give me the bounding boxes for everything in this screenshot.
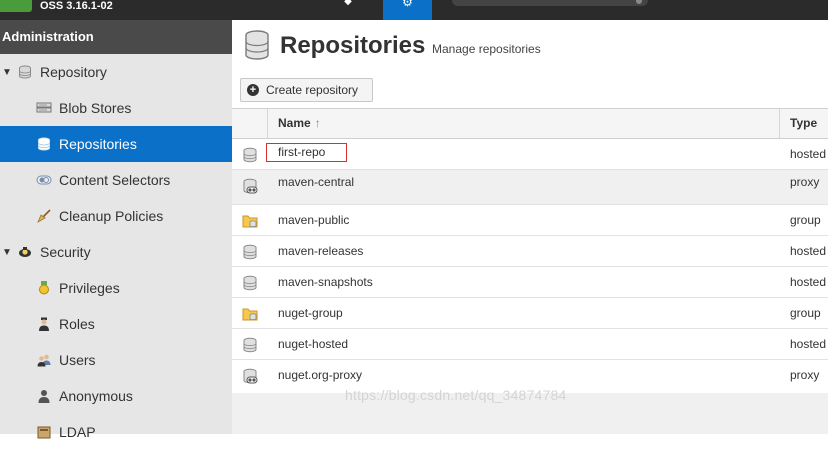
nexus-logo[interactable] xyxy=(0,0,32,12)
group-folder-icon xyxy=(242,215,258,228)
sidebar-item-label: Privileges xyxy=(59,280,120,296)
plus-circle-icon: + xyxy=(247,84,259,96)
repo-name[interactable]: maven-central xyxy=(278,170,354,195)
sidebar-item-label: Anonymous xyxy=(59,388,133,404)
repo-type: group xyxy=(790,306,821,320)
group-folder-icon xyxy=(242,308,258,321)
expand-arrow-icon[interactable]: ▼ xyxy=(2,247,12,258)
sidebar-header: Administration xyxy=(0,20,232,54)
sidebar-group-label: Repository xyxy=(40,64,107,80)
repo-type: proxy xyxy=(790,175,820,189)
repo-name[interactable]: nuget.org-proxy xyxy=(278,360,362,390)
column-header-type[interactable]: Type xyxy=(790,109,817,138)
content-selector-icon xyxy=(36,175,52,185)
column-header-name-label: Name xyxy=(278,116,311,130)
page-title: Repositories xyxy=(280,32,426,59)
sidebar-item-content-selectors[interactable]: Content Selectors xyxy=(0,162,232,198)
table-row[interactable]: maven-public group xyxy=(232,205,828,236)
sidebar-group-repository[interactable]: ▼ Repository xyxy=(0,54,232,90)
repo-type: group xyxy=(790,213,821,227)
role-user-icon xyxy=(39,317,49,331)
repo-name[interactable]: nuget-group xyxy=(278,298,343,328)
sidebar-item-roles[interactable]: Roles xyxy=(0,306,232,342)
sidebar-item-label: Blob Stores xyxy=(59,100,132,116)
hosted-db-icon xyxy=(243,147,257,163)
repo-name[interactable]: maven-snapshots xyxy=(278,267,373,297)
repo-type: hosted xyxy=(790,275,827,289)
page-subtitle: Manage repositories xyxy=(432,42,541,56)
search-input[interactable] xyxy=(452,0,648,6)
ldap-book-icon xyxy=(37,426,51,439)
sidebar-item-users[interactable]: Users xyxy=(0,342,232,378)
repo-name[interactable]: first-repo xyxy=(266,143,347,162)
sidebar-item-cleanup-policies[interactable]: Cleanup Policies xyxy=(0,198,232,234)
browse-cube-icon[interactable]: ◆ xyxy=(340,0,356,6)
repo-name[interactable]: nuget-hosted xyxy=(278,329,348,359)
app-version: OSS 3.16.1-02 xyxy=(40,0,113,12)
top-bar: OSS 3.16.1-02 ◆ ⚙ xyxy=(0,0,828,20)
database-icon xyxy=(245,30,269,60)
repo-type: hosted xyxy=(790,337,827,351)
proxy-db-icon xyxy=(243,368,258,384)
sidebar-item-blob-stores[interactable]: Blob Stores xyxy=(0,90,232,126)
sidebar-item-label: Content Selectors xyxy=(59,172,171,188)
repo-name[interactable]: maven-releases xyxy=(278,236,363,266)
sidebar-item-label: Users xyxy=(59,352,96,368)
sidebar-item-label: Roles xyxy=(59,316,95,332)
create-repository-label: Create repository xyxy=(266,83,359,97)
sidebar-item-label: Cleanup Policies xyxy=(59,208,164,224)
table-row[interactable]: nuget-group group xyxy=(232,298,828,329)
hosted-db-icon xyxy=(243,244,257,260)
blob-store-icon xyxy=(36,102,52,113)
table-row[interactable]: maven-snapshots hosted xyxy=(232,267,828,298)
sidebar-item-anonymous[interactable]: Anonymous xyxy=(0,378,232,414)
sidebar-group-security[interactable]: ▼ Security xyxy=(0,234,232,270)
table-row[interactable]: first-repo hosted xyxy=(232,139,828,170)
sidebar-item-repositories[interactable]: Repositories xyxy=(0,126,232,162)
repo-type: hosted xyxy=(790,147,827,161)
search-clear-icon[interactable] xyxy=(636,0,642,4)
database-icon xyxy=(38,137,50,151)
gear-icon: ⚙ xyxy=(402,0,413,9)
medal-icon xyxy=(39,281,49,295)
table-row[interactable]: maven-releases hosted xyxy=(232,236,828,267)
users-icon xyxy=(37,354,51,367)
proxy-db-icon xyxy=(243,178,258,194)
sidebar-item-privileges[interactable]: Privileges xyxy=(0,270,232,306)
anonymous-user-icon xyxy=(38,390,50,403)
security-badge-icon xyxy=(19,247,31,257)
admin-gear-tab[interactable]: ⚙ xyxy=(383,0,432,20)
main-panel: Repositories Manage repositories + Creat… xyxy=(232,20,828,434)
repo-name[interactable]: maven-public xyxy=(278,205,349,235)
expand-arrow-icon[interactable]: ▼ xyxy=(2,67,12,78)
sidebar-item-label: LDAP xyxy=(59,424,96,440)
sidebar-item-ldap[interactable]: LDAP xyxy=(0,414,232,450)
sidebar-group-label: Security xyxy=(40,244,91,260)
hosted-db-icon xyxy=(243,275,257,291)
sort-ascending-icon: ↑ xyxy=(314,116,321,130)
repo-type: proxy xyxy=(790,368,820,382)
create-repository-button[interactable]: + Create repository xyxy=(240,78,373,102)
database-icon xyxy=(19,65,31,79)
broom-icon xyxy=(37,209,51,223)
sidebar-item-label: Repositories xyxy=(59,136,137,152)
repo-type: hosted xyxy=(790,244,827,258)
hosted-db-icon xyxy=(243,337,257,353)
table-row[interactable]: nuget-hosted hosted xyxy=(232,329,828,360)
watermark: https://blog.csdn.net/qq_34874784 xyxy=(345,387,567,403)
grid-header: Name ↑ Type xyxy=(232,108,828,139)
column-header-name[interactable]: Name ↑ xyxy=(267,109,780,138)
table-row[interactable]: maven-central proxy xyxy=(232,170,828,205)
sidebar: Administration ▼ Repository Blob Stores … xyxy=(0,20,232,440)
